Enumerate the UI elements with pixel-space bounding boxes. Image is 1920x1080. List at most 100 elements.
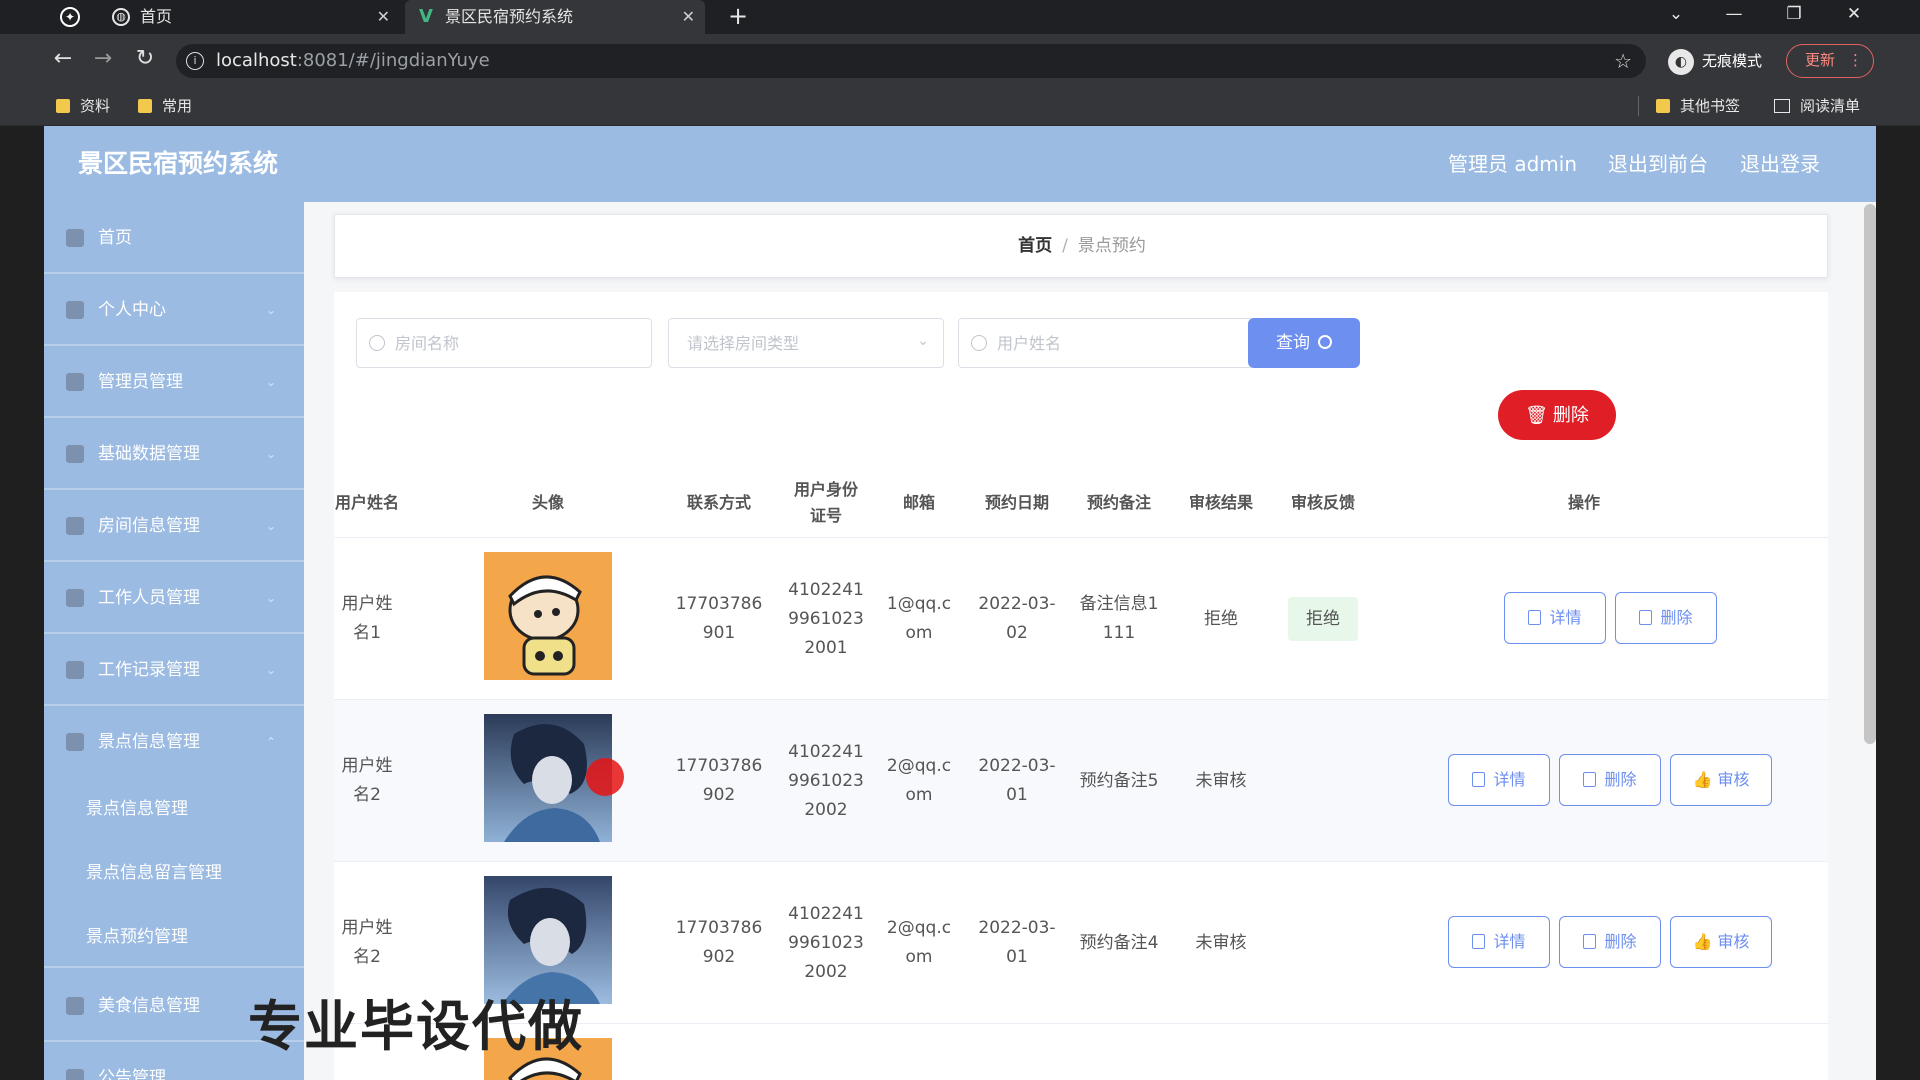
update-button[interactable]: 更新 ⋮ — [1786, 44, 1874, 78]
sidebar-item-label: 工作人员管理 — [98, 588, 200, 608]
detail-button[interactable]: 详情 — [1504, 592, 1606, 644]
sidebar-item-profile[interactable]: 个人中心 ⌄ — [44, 274, 304, 346]
document-icon — [1528, 610, 1542, 625]
col-avatar: 头像 — [531, 493, 564, 512]
cell-email: 2@qq.com — [886, 918, 952, 967]
sidebar-item-admins[interactable]: 管理员管理 ⌄ — [44, 346, 304, 418]
tab-title: 首页 — [140, 7, 173, 26]
app-header: 景区民宿预约系统 管理员 admin 退出到前台 退出登录 — [44, 126, 1876, 202]
cell-id-number: 410224199610232002 — [788, 903, 864, 982]
window-close-icon[interactable]: ✕ — [1834, 0, 1874, 28]
forward-icon[interactable]: → — [88, 46, 118, 72]
chevron-down-icon: ⌄ — [265, 447, 276, 461]
url-text: localhost:8081/#/jingdianYuye — [216, 50, 490, 71]
review-button[interactable]: 👍 审核 — [1670, 754, 1772, 806]
back-to-frontend-link[interactable]: 退出到前台 — [1608, 126, 1708, 202]
sidebar-item-work-records[interactable]: 工作记录管理 ⌄ — [44, 634, 304, 706]
sidebar-subitem-label: 景点信息管理 — [86, 799, 188, 819]
cell-review-result: 拒绝 — [1204, 608, 1238, 629]
room-icon — [66, 517, 84, 535]
cell-user-name: 用户姓名1 — [341, 594, 393, 643]
bookmark-star-icon[interactable]: ☆ — [1614, 44, 1632, 78]
close-icon[interactable]: ✕ — [682, 0, 695, 34]
info-icon[interactable]: i — [186, 52, 204, 70]
bookmark-folder[interactable]: 资料 — [56, 86, 110, 126]
query-button[interactable]: 查询 — [1248, 318, 1360, 368]
document-icon — [1472, 772, 1486, 787]
sidebar-item-attractions[interactable]: 景点信息管理 ⌃ — [44, 706, 304, 778]
chevron-down-icon: ⌄ — [265, 519, 276, 533]
record-icon — [66, 661, 84, 679]
search-icon — [1318, 335, 1332, 349]
restore-icon[interactable]: ❐ — [1774, 0, 1814, 28]
browser-menu-icon[interactable]: ✦ — [60, 7, 80, 27]
col-booking-date: 预约日期 — [984, 493, 1049, 512]
browser-tab-home[interactable]: ◍ 首页 ✕ — [100, 0, 400, 34]
tab-search-icon[interactable]: ⌄ — [1656, 0, 1696, 28]
room-type-select[interactable]: ⌄ — [668, 318, 944, 368]
detail-button[interactable]: 详情 — [1448, 754, 1550, 806]
chevron-down-icon: ⌄ — [265, 663, 276, 677]
vertical-scrollbar[interactable] — [1864, 204, 1876, 744]
room-type-input[interactable] — [687, 319, 887, 367]
sidebar-item-label: 房间信息管理 — [98, 516, 200, 536]
cell-phone: 17703786902 — [675, 756, 763, 805]
logout-link[interactable]: 退出登录 — [1740, 126, 1820, 202]
browser-tab-bar: ✦ ◍ 首页 ✕ V 景区民宿预约系统 ✕ + ⌄ — ❐ ✕ — [0, 0, 1920, 34]
sidebar-item-label: 管理员管理 — [98, 372, 183, 392]
sidebar-item-base-data[interactable]: 基础数据管理 ⌄ — [44, 418, 304, 490]
sidebar-subitem-attraction-info[interactable]: 景点信息管理 — [44, 778, 304, 840]
sidebar-item-staff[interactable]: 工作人员管理 ⌄ — [44, 562, 304, 634]
sidebar-subitem-attraction-booking[interactable]: 景点预约管理 — [44, 906, 304, 968]
delete-button[interactable]: 删除 — [1559, 754, 1661, 806]
room-name-input[interactable] — [395, 319, 595, 367]
sidebar-item-label: 首页 — [98, 228, 132, 248]
room-name-search[interactable] — [356, 318, 652, 368]
minimize-icon[interactable]: — — [1714, 0, 1754, 28]
sidebar-item-home[interactable]: 首页 — [44, 202, 304, 274]
sidebar-subitem-label: 景点信息留言管理 — [86, 863, 222, 883]
detail-button[interactable]: 详情 — [1448, 916, 1550, 968]
sidebar-item-rooms[interactable]: 房间信息管理 ⌄ — [44, 490, 304, 562]
trash-icon — [1639, 610, 1653, 625]
user-name-input[interactable] — [997, 319, 1197, 367]
admin-user-link[interactable]: 管理员 admin — [1448, 126, 1577, 202]
document-icon — [1472, 934, 1486, 949]
delete-button[interactable]: 删除 — [1559, 916, 1661, 968]
sidebar-item-label: 公告管理 — [98, 1068, 166, 1080]
delete-button[interactable]: 删除 — [1615, 592, 1717, 644]
col-id-number: 用户身份证号 — [793, 480, 858, 525]
vue-icon: V — [419, 6, 433, 27]
reload-icon[interactable]: ↻ — [130, 46, 160, 72]
bookmark-separator — [1638, 96, 1639, 116]
thumbs-up-icon: 👍 — [1692, 770, 1718, 789]
watermark-text: 专业毕设代做 — [248, 995, 584, 1058]
notice-icon — [66, 1069, 84, 1080]
new-tab-icon[interactable]: + — [728, 0, 748, 32]
browser-tab-active[interactable]: V 景区民宿预约系统 ✕ — [405, 0, 705, 34]
cell-review-feedback: 拒绝 — [1264, 538, 1382, 700]
close-icon[interactable]: ✕ — [377, 0, 390, 34]
url-field[interactable]: i localhost:8081/#/jingdianYuye ☆ — [176, 44, 1646, 78]
incognito-indicator[interactable]: ◐ 无痕模式 — [1668, 44, 1762, 78]
review-button[interactable]: 👍 审核 — [1670, 916, 1772, 968]
breadcrumb-home[interactable]: 首页 — [1018, 236, 1052, 256]
sidebar-subitem-attraction-messages[interactable]: 景点信息留言管理 — [44, 842, 304, 904]
bulk-delete-button[interactable]: 🗑 删除 — [1498, 390, 1616, 440]
user-name-search[interactable] — [958, 318, 1254, 368]
chevron-up-icon: ⌃ — [265, 735, 276, 749]
breadcrumb-separator: / — [1062, 236, 1068, 256]
cell-booking-date: 2022-03-01 — [978, 918, 1056, 967]
cell-booking-note: 预约备注5 — [1079, 770, 1159, 791]
reading-list[interactable]: 阅读清单 — [1774, 86, 1860, 126]
other-bookmarks[interactable]: 其他书签 — [1656, 86, 1740, 126]
folder-icon — [56, 99, 70, 113]
cell-id-number: 410224199610232002 — [788, 741, 864, 820]
col-review-feedback: 审核反馈 — [1290, 493, 1355, 512]
sidebar: 首页 个人中心 ⌄ 管理员管理 ⌄ 基础数据管理 ⌄ 房间信息管理 ⌄ 工作人员… — [44, 202, 304, 1080]
sidebar-subitem-label: 景点预约管理 — [86, 927, 188, 947]
more-icon[interactable]: ⋮ — [1848, 45, 1863, 76]
back-icon[interactable]: ← — [48, 46, 78, 72]
folder-icon — [138, 99, 152, 113]
bookmark-folder[interactable]: 常用 — [138, 86, 192, 126]
